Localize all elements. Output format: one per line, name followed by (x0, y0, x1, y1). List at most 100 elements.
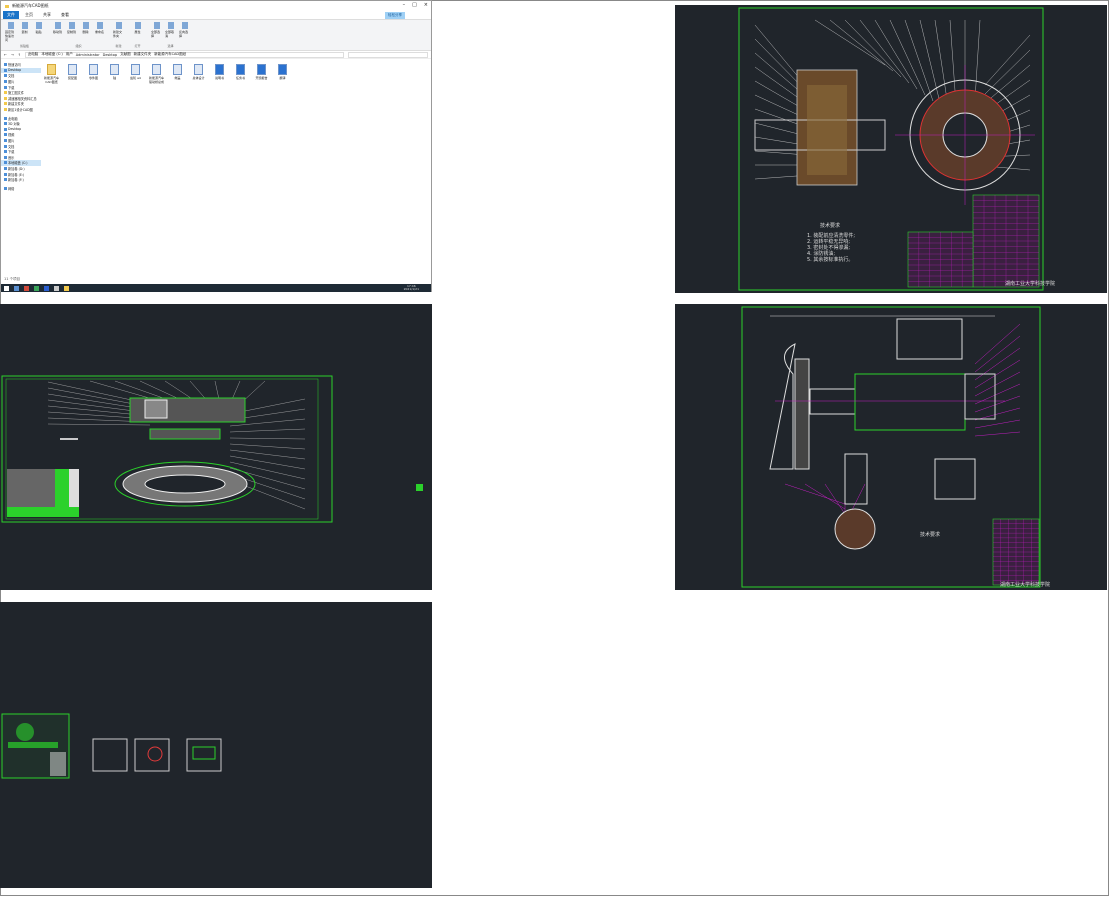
nav-item-label: 本地磁盘 (C:) (8, 161, 28, 166)
ribbon-button[interactable]: 固定到快速访问 (5, 22, 16, 42)
ribbon-button[interactable]: 反向选择 (179, 22, 190, 38)
ribbon-button-icon (35, 22, 42, 29)
tech-line: 2. 运转平稳无异响; (807, 238, 850, 245)
ribbon-button-label: 移动到 (52, 30, 62, 34)
breadcrumb-item[interactable]: 用户 (66, 52, 73, 57)
file-item[interactable]: 任务书 (233, 64, 248, 80)
nav-item-label: 下载 (8, 85, 15, 90)
tab-home[interactable]: 主页 (21, 11, 37, 19)
file-item[interactable]: 装配图 (65, 64, 80, 80)
clock[interactable]: 17:46 2021/1/21 (404, 284, 419, 292)
file-item[interactable]: 说明书 (212, 64, 227, 80)
desktop-icon (4, 68, 7, 72)
drawing-thumbnail[interactable] (92, 738, 128, 772)
breadcrumb[interactable]: 此电脑 本地磁盘 (C:) 用户 Administrator Desktop 文献图 新建文… (24, 51, 344, 58)
ribbon-button[interactable]: 全部取消 (165, 22, 176, 38)
ribbon-button-icon (181, 22, 188, 29)
drawing-thumbnail[interactable] (134, 738, 170, 772)
ribbon-button[interactable]: 复制 (19, 22, 30, 42)
address-bar: ← → ↑ 此电脑 本地磁盘 (C:) 用户 Administrator Desktop 文献… (1, 51, 431, 59)
dwg-file-icon (194, 64, 203, 75)
drawing-thumbnail[interactable] (186, 738, 222, 772)
desktop-icon (4, 127, 7, 131)
ribbon-button-label: 属性 (134, 30, 141, 34)
file-item[interactable]: 翻译 (275, 64, 290, 80)
dwg-file-icon (89, 64, 98, 75)
leader-line (874, 19, 918, 90)
file-item[interactable]: 新能源汽车CAD图纸 (44, 64, 59, 84)
ribbon-button-icon (134, 22, 141, 29)
school-name: 湖南工业大学科技学院 (1005, 280, 1055, 287)
ribbon-button[interactable]: 属性 (132, 22, 143, 34)
nav-item-label: 网络 (8, 186, 15, 191)
maximize-button[interactable]: □ (412, 2, 417, 8)
close-button[interactable]: × (424, 2, 428, 8)
drive-icon (4, 178, 7, 182)
doc-file-icon (278, 64, 287, 75)
ribbon-group: 全部选择 全部取消 反向选择 选择 (151, 22, 190, 48)
ribbon-button[interactable]: 全部选择 (151, 22, 162, 38)
doc-file-icon (257, 64, 266, 75)
file-item[interactable]: 齿轮 a4 (128, 64, 143, 80)
breadcrumb-item[interactable]: 新建文件夹 (134, 52, 152, 57)
nav-item-label: 图片 (8, 139, 15, 144)
window-title: 新能源汽车CAD图纸 (12, 3, 49, 8)
cad-app-icon[interactable] (416, 484, 423, 491)
file-item[interactable]: 端盖 (170, 64, 185, 80)
breadcrumb-item[interactable]: Desktop (103, 53, 117, 57)
ribbon-button[interactable]: 复制到 (66, 22, 77, 34)
file-name: 总体设计 (192, 76, 205, 80)
nav-item[interactable]: 网络 (1, 185, 41, 191)
nav-item-label: 音乐 (8, 155, 15, 160)
breadcrumb-item[interactable]: 文献图 (120, 52, 131, 57)
tab-view[interactable]: 查看 (57, 11, 73, 19)
ribbon-button[interactable]: 新建文件夹 (113, 22, 124, 38)
music-icon (4, 155, 7, 159)
file-item[interactable]: 总体设计 (191, 64, 206, 80)
minimize-button[interactable]: – (403, 2, 406, 8)
folder-icon (4, 102, 7, 106)
file-item[interactable]: 开题报告 (254, 64, 269, 80)
explorer-icon[interactable] (64, 285, 69, 291)
ribbon-button[interactable]: 移动到 (52, 22, 63, 34)
ribbon-button[interactable]: 删除 (80, 22, 91, 34)
share-button[interactable]: 轻松分享 (385, 12, 405, 19)
nav-item-label: 文档 (8, 144, 15, 149)
file-list: 新能源汽车CAD图纸 装配图 零件图 轴 齿轮 a4 新能源汽车驱动桥总成 端盖 总体设计 说明… (41, 59, 431, 275)
back-icon[interactable]: ← (4, 53, 7, 57)
browser-icon[interactable] (14, 285, 19, 291)
ribbon-button[interactable]: 重命名 (94, 22, 105, 34)
ribbon-button-label: 复制到 (66, 30, 76, 34)
dwg-file-icon (68, 64, 77, 75)
leader-line (824, 483, 846, 515)
ribbon-button-icon (96, 22, 103, 29)
start-icon[interactable] (4, 285, 9, 291)
file-item[interactable]: 轴 (107, 64, 122, 80)
file-item[interactable]: 零件图 (86, 64, 101, 80)
file-item[interactable]: 新能源汽车驱动桥总成 (149, 64, 164, 84)
excel-icon[interactable] (34, 285, 39, 291)
folder-icon (4, 108, 7, 112)
nav-item-label: 文档 (8, 74, 15, 79)
word-icon[interactable] (44, 285, 49, 291)
tab-file[interactable]: 文件 (3, 11, 19, 19)
network-icon (4, 186, 7, 190)
tab-share[interactable]: 共享 (39, 11, 55, 19)
ribbon-tabs: 文件 主页 共享 查看 (1, 11, 431, 19)
ribbon-button-icon (7, 22, 14, 29)
breadcrumb-item[interactable]: 新能源汽车CAD图纸 (154, 52, 186, 57)
title-bar: 新能源汽车CAD图纸 – □ × (1, 1, 431, 11)
breadcrumb-item[interactable]: 此电脑 (28, 52, 39, 57)
breadcrumb-item[interactable]: 本地磁盘 (C:) (41, 52, 62, 57)
app-icon[interactable] (24, 285, 29, 291)
leader-line (904, 19, 934, 102)
ribbon-button[interactable]: 粘贴 (33, 22, 44, 42)
breadcrumb-item[interactable]: Administrator (76, 53, 100, 57)
tech-line: 3. 密封处不得渗漏; (807, 244, 850, 251)
up-icon[interactable]: ↑ (18, 53, 21, 57)
nav-item-label: 减速器相关资料汇总 (8, 96, 37, 101)
app-icon[interactable] (54, 285, 59, 291)
ribbon-button-label: 全部取消 (165, 30, 175, 38)
search-input[interactable] (348, 51, 428, 58)
forward-icon[interactable]: → (11, 53, 14, 57)
